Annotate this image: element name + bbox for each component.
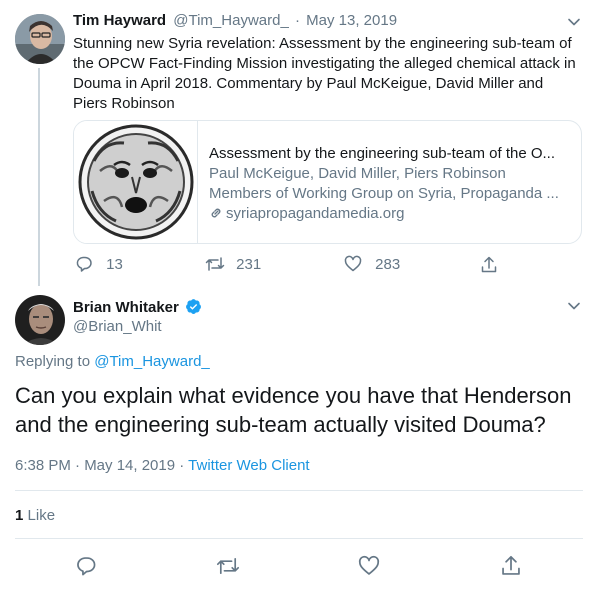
retweet-icon bbox=[205, 257, 225, 271]
avatar-tim-hayward[interactable] bbox=[15, 14, 65, 64]
divider-bottom bbox=[15, 538, 583, 539]
thread-connector-line bbox=[38, 68, 40, 286]
parent-author-handle[interactable]: @Tim_Hayward_ bbox=[173, 12, 289, 29]
replying-to-handle-link[interactable]: @Tim_Hayward_ bbox=[94, 353, 210, 370]
main-tweet-menu-chevron-icon[interactable] bbox=[567, 299, 581, 313]
tweet-timestamp-row: 6:38 PM · May 14, 2019 · Twitter Web Cli… bbox=[15, 457, 310, 474]
like-button-heart-icon[interactable] bbox=[358, 555, 380, 577]
main-author-name[interactable]: Brian Whitaker bbox=[73, 298, 202, 318]
verified-badge-icon bbox=[186, 299, 201, 314]
reply-icon bbox=[76, 256, 92, 272]
reply-button-icon[interactable] bbox=[75, 555, 97, 577]
avatar-brian-whitaker[interactable] bbox=[15, 295, 65, 345]
avatar-photo bbox=[15, 14, 65, 64]
like-stats-count: 1 bbox=[15, 507, 24, 524]
retweet-button-icon[interactable] bbox=[216, 555, 240, 577]
replying-to-label: Replying to bbox=[15, 353, 91, 370]
share-button-icon[interactable] bbox=[500, 555, 522, 577]
card-thumbnail bbox=[74, 121, 198, 243]
parent-like-count: 283 bbox=[375, 256, 401, 273]
parent-reply-count: 13 bbox=[106, 256, 123, 273]
mouth-of-truth-image bbox=[78, 124, 194, 240]
tweet-client-link[interactable]: Twitter Web Client bbox=[188, 457, 309, 474]
link-icon bbox=[211, 208, 221, 218]
replying-to-line: Replying to @Tim_Hayward_ bbox=[15, 353, 210, 370]
parent-reply-action[interactable]: 13 bbox=[75, 255, 123, 275]
like-stats[interactable]: 1 Like bbox=[15, 507, 55, 524]
divider-top bbox=[15, 490, 583, 491]
parent-tweet-date[interactable]: May 13, 2019 bbox=[306, 12, 397, 29]
card-description-line1: Paul McKeigue, David Miller, Piers Robin… bbox=[209, 165, 506, 182]
parent-tweet-menu-chevron-icon[interactable] bbox=[567, 15, 581, 29]
parent-share-icon[interactable] bbox=[480, 256, 498, 274]
card-title: Assessment by the engineering sub-team o… bbox=[209, 145, 556, 162]
parent-tweet-header: Tim Hayward @Tim_Hayward_ · May 13, 2019 bbox=[73, 12, 553, 32]
parent-tweet-text: Stunning new Syria revelation: Assessmen… bbox=[73, 35, 576, 112]
parent-author-name[interactable]: Tim Hayward bbox=[73, 12, 166, 29]
link-preview-card[interactable]: Assessment by the engineering sub-team o… bbox=[73, 120, 582, 244]
card-description-line2: Members of Working Group on Syria, Propa… bbox=[209, 185, 559, 202]
card-domain: syriapropagandamedia.org bbox=[226, 205, 405, 222]
card-domain-row: syriapropagandamedia.org bbox=[209, 205, 579, 222]
main-author-name-text: Brian Whitaker bbox=[73, 299, 179, 316]
avatar-photo bbox=[15, 295, 65, 345]
parent-retweet-count: 231 bbox=[236, 256, 262, 273]
heart-icon bbox=[344, 255, 362, 272]
like-stats-label: Like bbox=[27, 507, 56, 524]
parent-retweet-action[interactable]: 231 bbox=[205, 255, 261, 275]
main-tweet-text: Can you explain what evidence you have t… bbox=[15, 383, 572, 437]
tweet-timestamp[interactable]: 6:38 PM · May 14, 2019 · bbox=[15, 457, 184, 474]
parent-like-action[interactable]: 283 bbox=[344, 255, 400, 275]
main-author-handle[interactable]: @Brian_Whit bbox=[73, 318, 162, 335]
header-separator: · bbox=[294, 12, 300, 29]
